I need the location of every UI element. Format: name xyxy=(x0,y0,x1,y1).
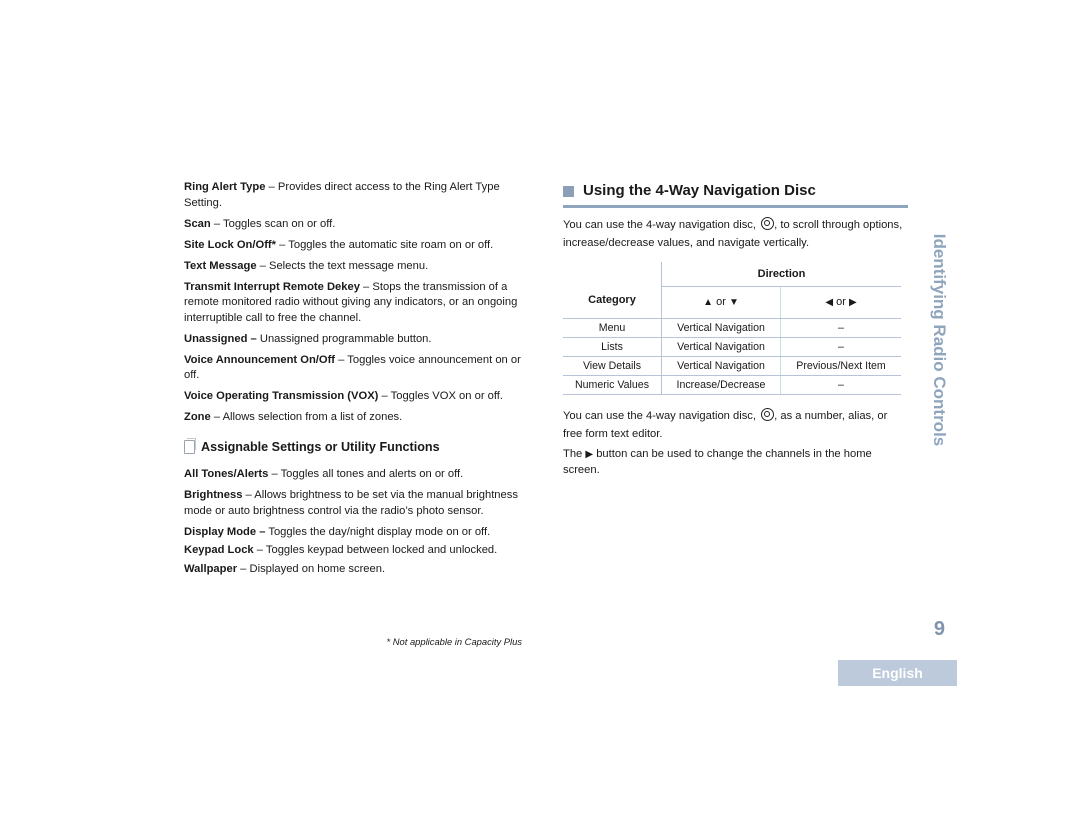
page-number: 9 xyxy=(933,618,945,640)
subheading: Assignable Settings or Utility Functions xyxy=(184,438,530,456)
navigation-disc-icon xyxy=(761,408,775,421)
feature-item: Zone – Allows selection from a list of z… xyxy=(184,411,403,423)
feature-item: Voice Announcement On/Off – Toggles voic… xyxy=(184,353,521,382)
left-column: Ring Alert Type – Provides direct access… xyxy=(184,180,530,583)
square-bullet-icon xyxy=(563,185,574,197)
left-right-header: ◀ or ▶ xyxy=(780,286,901,319)
footnote: * Not applicable in Capacity Plus xyxy=(386,636,523,647)
feature-item: Transmit Interrupt Remote Dekey – Stops … xyxy=(184,280,518,324)
feature-item: Ring Alert Type – Provides direct access… xyxy=(184,181,500,209)
feature-item: Site Lock On/Off* – Toggles the automati… xyxy=(184,238,494,251)
category-header: Category xyxy=(563,262,662,319)
feature-list-b: All Tones/Alerts – Toggles all tones and… xyxy=(184,467,530,577)
table-row: View Details Vertical Navigation Previou… xyxy=(563,356,901,376)
section-title: Using the 4-Way Navigation Disc xyxy=(563,180,908,208)
table-row: Lists Vertical Navigation – xyxy=(563,337,901,357)
down-arrow-icon: ▼ xyxy=(728,297,739,308)
navigation-disc-icon xyxy=(761,217,775,230)
navigation-table: Category Direction ▲ or ▼ ◀ or ▶ Menu Ve… xyxy=(563,262,901,395)
direction-header: Direction xyxy=(661,262,901,287)
feature-item: Brightness – Allows brightness to be set… xyxy=(184,489,518,517)
right-arrow-icon: ▶ xyxy=(848,297,857,308)
table-row: Menu Vertical Navigation – xyxy=(563,318,901,338)
channel-paragraph: The ▶ button can be used to change the c… xyxy=(563,448,872,476)
feature-item: Wallpaper – Displayed on home screen. xyxy=(184,562,386,575)
left-arrow-icon: ◀ xyxy=(825,297,834,308)
up-down-header: ▲ or ▼ xyxy=(661,286,781,319)
feature-item: Unassigned – Unassigned programmable but… xyxy=(184,332,432,345)
up-arrow-icon: ▲ xyxy=(703,297,714,308)
right-arrow-icon: ▶ xyxy=(585,449,594,460)
chapter-side-tab: Identifying Radio Controls xyxy=(930,233,949,447)
feature-item: Display Mode – Toggles the day/night dis… xyxy=(184,525,491,538)
feature-item: Voice Operating Transmission (VOX) – Tog… xyxy=(184,390,503,402)
feature-list-a: Ring Alert Type – Provides direct access… xyxy=(184,180,530,426)
right-column: Using the 4-Way Navigation Disc You can … xyxy=(563,180,908,480)
feature-item: Scan – Toggles scan on or off. xyxy=(184,217,336,230)
language-tab: English xyxy=(838,660,957,686)
feature-item: All Tones/Alerts – Toggles all tones and… xyxy=(184,468,464,480)
feature-item: Keypad Lock – Toggles keypad between loc… xyxy=(184,544,498,556)
document-icon xyxy=(184,438,196,455)
editor-paragraph: You can use the 4-way navigation disc, ,… xyxy=(563,408,888,440)
table-row: Numeric Values Increase/Decrease – xyxy=(563,375,901,395)
feature-item: Text Message – Selects the text message … xyxy=(184,259,429,272)
intro-paragraph: You can use the 4-way navigation disc, ,… xyxy=(563,217,903,249)
